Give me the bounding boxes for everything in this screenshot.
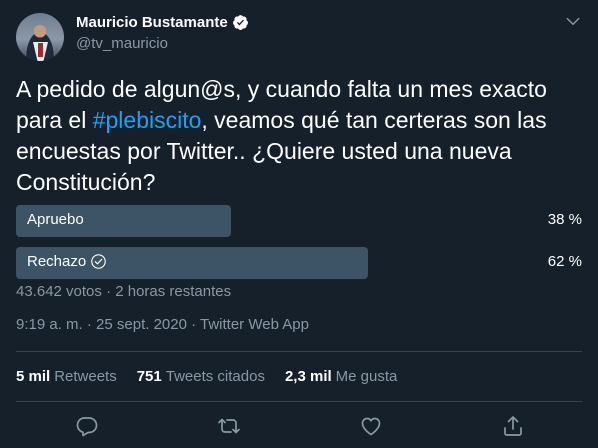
avatar[interactable] (16, 13, 64, 61)
likes-stat[interactable]: 2,3 mil Me gusta (285, 368, 397, 385)
likes-label: Me gusta (335, 368, 398, 385)
reply-icon[interactable] (75, 414, 99, 438)
poll-option-percent: 62 % (547, 253, 582, 270)
poll: Apruebo 38 % Rechazo 62 % (16, 205, 582, 289)
quotes-count: 751 (136, 368, 162, 385)
poll-meta: 43.642 votos · 2 horas restantes (16, 283, 232, 300)
chevron-down-icon[interactable] (564, 12, 582, 30)
poll-option-text: Apruebo (27, 211, 84, 228)
quotes-stat[interactable]: 751 Tweets citados (137, 368, 265, 385)
hashtag-link[interactable]: #plebiscito (93, 107, 202, 133)
likes-count: 2,3 mil (284, 368, 332, 385)
poll-option-label: Apruebo (27, 211, 84, 228)
author-handle[interactable]: @tv_mauricio (76, 35, 168, 52)
poll-option-apruebo: Apruebo 38 % (16, 205, 582, 237)
retweets-label: Retweets (54, 368, 117, 385)
verified-badge-icon (232, 15, 248, 30)
quotes-label: Tweets citados (165, 368, 265, 385)
retweets-stat[interactable]: 5 mil Retweets (16, 368, 117, 385)
tweet-text: A pedido de algun@s, y cuando falta un m… (16, 74, 582, 198)
retweets-count: 5 mil (16, 368, 51, 385)
like-icon[interactable] (359, 414, 383, 438)
tweet-header: Mauricio Bustamante @tv_mauricio (16, 10, 582, 61)
check-circle-icon (91, 254, 106, 269)
divider (16, 401, 582, 402)
poll-option-text: Rechazo (27, 253, 87, 270)
poll-option-rechazo: Rechazo 62 % (16, 247, 582, 279)
tweet-actions (0, 408, 598, 444)
author-name[interactable]: Mauricio Bustamante (76, 14, 228, 31)
share-icon[interactable] (501, 414, 525, 438)
tweet-stats: 5 mil Retweets 751 Tweets citados 2,3 mil M… (16, 368, 397, 385)
poll-option-percent: 38 % (547, 211, 582, 228)
retweet-icon[interactable] (217, 414, 241, 438)
tweet-timestamp[interactable]: 9:19 a. m. · 25 sept. 2020 · Twitter Web… (16, 316, 309, 333)
poll-option-label: Rechazo (27, 253, 107, 270)
divider (16, 351, 582, 352)
author-name-row[interactable]: Mauricio Bustamante (76, 14, 249, 31)
